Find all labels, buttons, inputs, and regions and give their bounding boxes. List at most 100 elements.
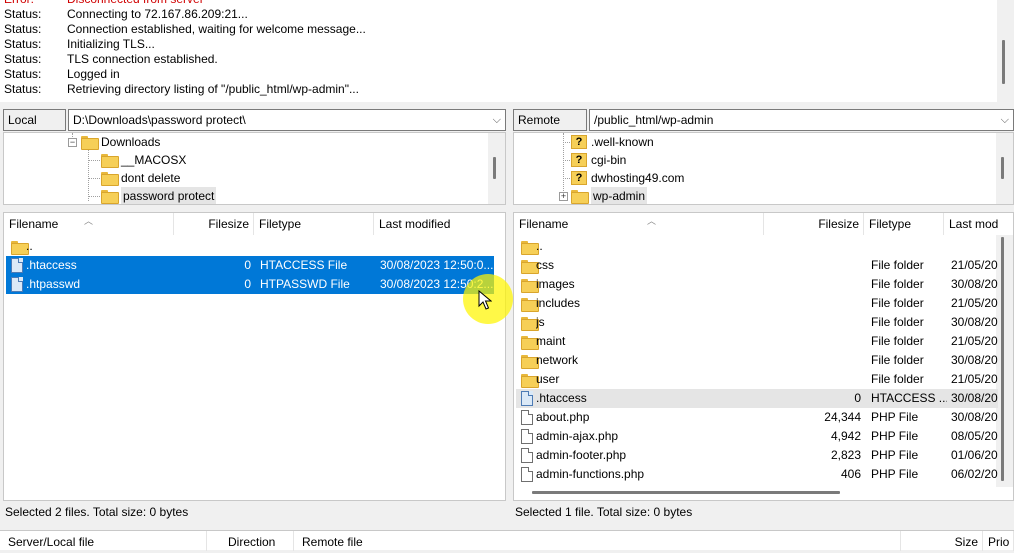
column-header-filename[interactable]: Filename ︿ [514, 213, 764, 235]
file-size: 24,344 [824, 410, 861, 424]
local-site-path-combo[interactable]: D:\Downloads\password protect\ ⌵ [68, 109, 506, 131]
horizontal-scrollbar-thumb[interactable] [532, 491, 840, 494]
tree-item-label[interactable]: password protect [121, 187, 217, 204]
file-name: network [536, 353, 579, 367]
tree-item[interactable]: ? .well-known [514, 133, 1013, 151]
file-name: .htaccess [536, 391, 587, 405]
file-row[interactable]: .htpasswd 0 HTPASSWD File 30/08/2023 12:50:… [6, 275, 494, 294]
queue-column-priority[interactable]: Prio [983, 531, 1014, 551]
file-name: user [536, 372, 560, 386]
tree-scrollbar[interactable] [996, 133, 1013, 204]
scrollbar-thumb[interactable] [1002, 40, 1005, 84]
file-last-modified: 30/08/20 [951, 315, 998, 329]
remote-site-path[interactable]: /public_html/wp-admin [594, 113, 713, 127]
file-row[interactable]: js File folder 30/08/20 [516, 313, 998, 332]
tree-item[interactable]: __MACOSX [4, 151, 505, 169]
expand-icon[interactable]: + [559, 192, 568, 201]
file-row[interactable]: user File folder 21/05/20 [516, 370, 998, 389]
remote-site-path-combo[interactable]: /public_html/wp-admin ⌵ [589, 109, 1014, 131]
log-entry: Status: Retrieving directory listing of "… [4, 82, 359, 97]
chevron-down-icon[interactable]: ⌵ [1001, 110, 1009, 130]
tree-item-label[interactable]: wp-admin [591, 187, 648, 204]
queue-column-direction[interactable]: Direction [207, 531, 294, 551]
local-status-bar: Selected 2 files. Total size: 0 bytes [5, 505, 189, 519]
file-row[interactable]: maint File folder 21/05/20 [516, 332, 998, 351]
tree-item-label[interactable]: .well-known [591, 133, 654, 151]
tree-item-label[interactable]: dont delete [121, 169, 180, 187]
folder-icon [521, 336, 539, 350]
file-row[interactable]: css File folder 21/05/20 [516, 256, 998, 275]
file-row[interactable]: network File folder 30/08/20 [516, 351, 998, 370]
file-name: js [536, 315, 545, 329]
file-row[interactable]: .htaccess 0 HTACCESS ... 30/08/20 [516, 389, 998, 408]
log-entry-type: Error: [4, 0, 67, 7]
log-entry-type: Status: [4, 7, 42, 21]
file-last-modified: 06/02/20 [951, 467, 998, 481]
column-header-filetype[interactable]: Filetype [254, 213, 374, 235]
file-type: PHP File [871, 429, 919, 443]
tree-item-label[interactable]: Downloads [101, 133, 160, 151]
file-row[interactable]: admin-ajax.php 4,942 PHP File 08/05/20 [516, 427, 998, 446]
log-entry: Error:Disconnected from server [4, 0, 204, 7]
folder-icon [571, 190, 589, 204]
tree-item[interactable]: + wp-admin [514, 187, 1013, 204]
file-name: admin-footer.php [536, 448, 627, 462]
tree-item[interactable]: ? dwhosting49.com [514, 169, 1013, 187]
column-header-filesize[interactable]: Filesize [764, 213, 864, 235]
file-row[interactable]: .htaccess 0 HTACCESS File 30/08/2023 12:50:… [6, 256, 494, 275]
file-name: admin-functions.php [536, 467, 645, 481]
config-file-icon [11, 277, 23, 292]
tree-item[interactable]: dont delete [4, 169, 505, 187]
folder-icon [521, 260, 539, 274]
tree-item[interactable]: − Downloads [4, 133, 505, 151]
tree-item[interactable]: password protect [4, 187, 505, 204]
queue-column-size[interactable]: Size [901, 531, 983, 551]
collapse-icon[interactable]: − [68, 138, 77, 147]
chevron-down-icon[interactable]: ⌵ [493, 110, 501, 130]
tree-connector [88, 160, 100, 161]
remote-directory-tree[interactable]: ? .well-known? cgi-bin? dwhosting49.com + wp-… [513, 132, 1014, 205]
file-type: File folder [871, 315, 924, 329]
column-header-filetype[interactable]: Filetype [864, 213, 944, 235]
tree-item-label[interactable]: __MACOSX [121, 151, 186, 169]
log-entry-message: Logged in [67, 67, 120, 81]
folder-icon [521, 241, 539, 255]
file-last-modified: 21/05/20 [951, 296, 998, 310]
local-file-list[interactable]: Filename ︿ Filesize Filetype Last modifie… [3, 212, 506, 501]
tree-scrollbar[interactable] [488, 133, 505, 204]
transfer-queue[interactable]: Server/Local file Direction Remote file … [0, 530, 1014, 551]
tree-connector [563, 142, 570, 143]
tree-item-label[interactable]: dwhosting49.com [591, 169, 684, 187]
log-entry-message: Retrieving directory listing of "/public… [67, 82, 359, 96]
folder-icon [521, 279, 539, 293]
scrollbar-thumb[interactable] [493, 157, 496, 179]
log-scrollbar[interactable] [997, 0, 1014, 102]
file-row[interactable]: images File folder 30/08/20 [516, 275, 998, 294]
column-header-filename[interactable]: Filename ︿ [4, 213, 174, 235]
local-site-path[interactable]: D:\Downloads\password protect\ [73, 113, 246, 127]
file-type: File folder [871, 372, 924, 386]
file-row[interactable]: admin-functions.php 406 PHP File 06/02/20 [516, 465, 998, 484]
message-log[interactable]: Error:Disconnected from serverStatus: Con… [0, 0, 1014, 102]
file-row[interactable]: admin-footer.php 2,823 PHP File 01/06/20 [516, 446, 998, 465]
tree-item-label[interactable]: cgi-bin [591, 151, 626, 169]
remote-file-list[interactable]: Filename ︿ Filesize Filetype Last mod .. c… [513, 212, 1014, 501]
local-directory-tree[interactable]: − Downloads __MACOSX dont delete password pr… [3, 132, 506, 205]
column-header-filesize[interactable]: Filesize [174, 213, 254, 235]
file-row[interactable]: about.php 24,344 PHP File 30/08/20 [516, 408, 998, 427]
folder-icon [521, 374, 539, 388]
tree-connector [563, 160, 570, 161]
file-name: maint [536, 334, 566, 348]
file-row[interactable]: includes File folder 21/05/20 [516, 294, 998, 313]
tree-item[interactable]: ? cgi-bin [514, 151, 1013, 169]
log-entry-message: Connecting to 72.167.86.209:21... [67, 7, 248, 21]
queue-column-remote-file[interactable]: Remote file [294, 531, 901, 551]
file-row[interactable]: .. [516, 237, 998, 256]
queue-column-server-local-file[interactable]: Server/Local file [0, 531, 207, 551]
scrollbar-thumb[interactable] [1001, 157, 1004, 179]
file-row[interactable]: .. [6, 237, 494, 256]
column-header-last-modified[interactable]: Last mod [944, 213, 1013, 235]
sort-ascending-icon: ︿ [84, 216, 94, 226]
folder-icon [521, 317, 539, 331]
column-header-last-modified[interactable]: Last modified [374, 213, 505, 235]
